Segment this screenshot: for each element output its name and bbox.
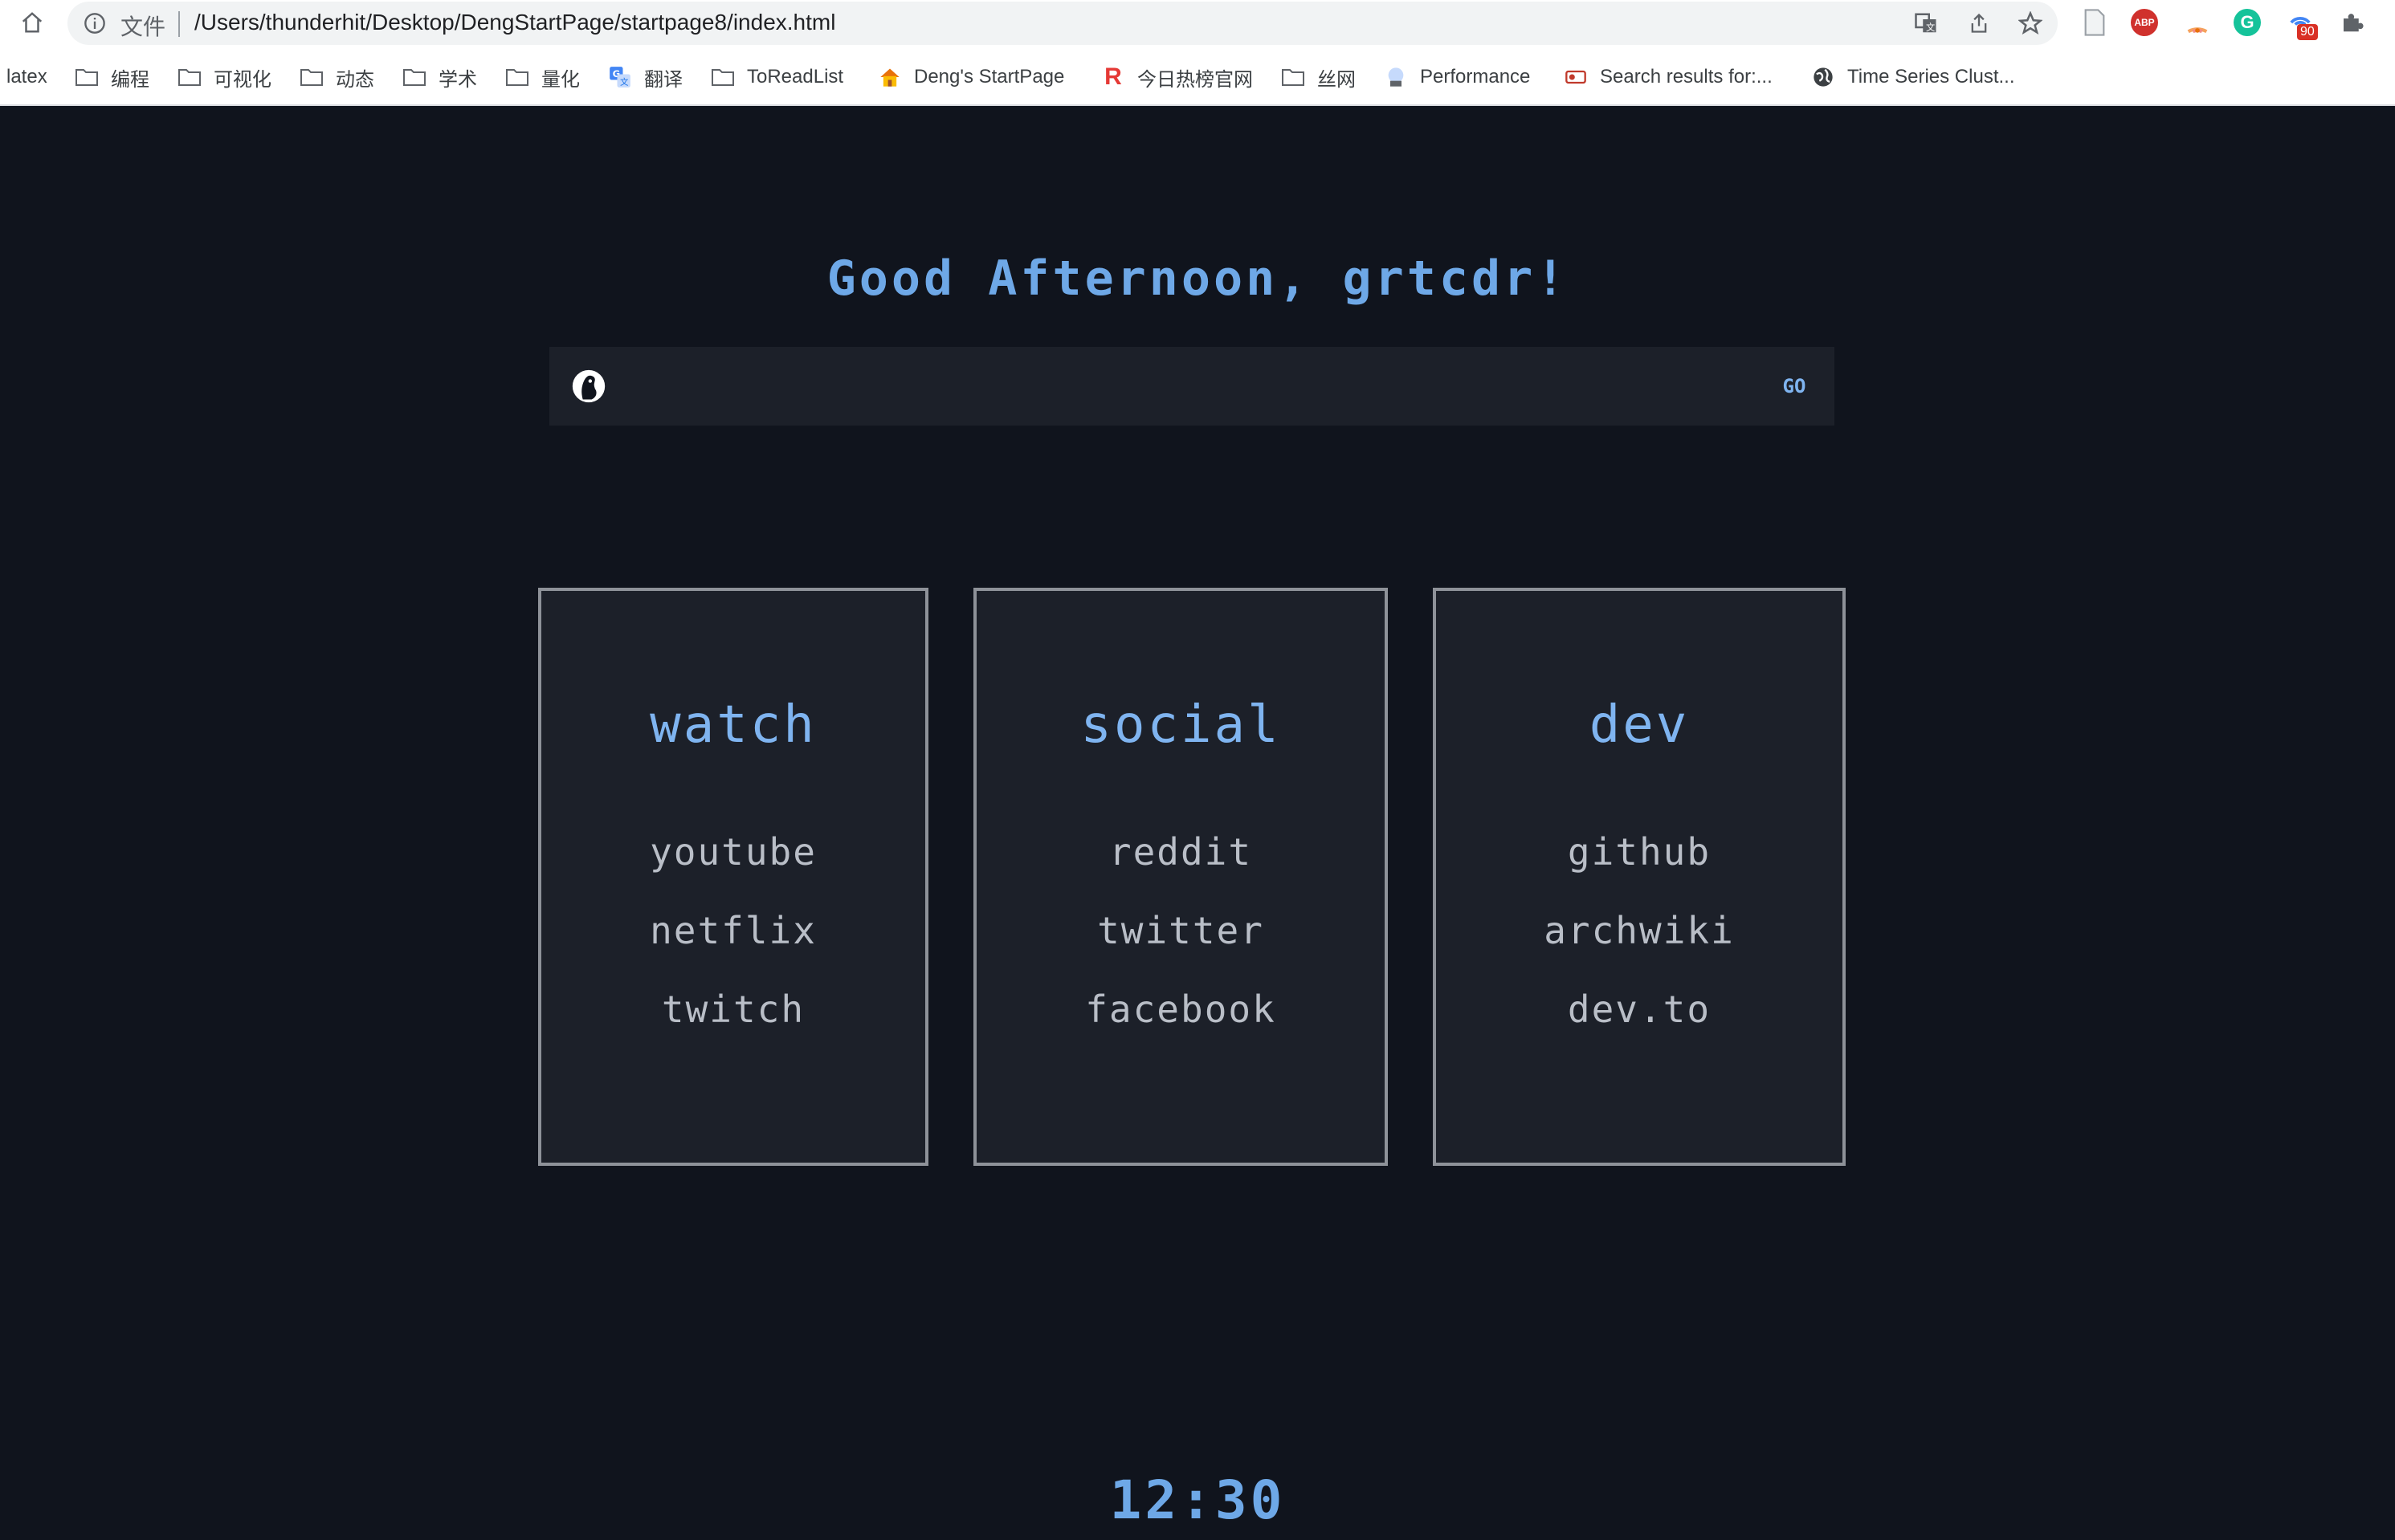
home-icon[interactable]: [16, 6, 48, 39]
bookmark-folder[interactable]: 编程: [74, 63, 149, 92]
bookmark-folder[interactable]: 可视化: [177, 63, 271, 92]
folder-icon: [1280, 66, 1306, 88]
translate-icon: G文: [607, 66, 633, 88]
card-title: dev: [1589, 695, 1690, 755]
bookmark-latex[interactable]: latex: [6, 63, 47, 92]
search-site-icon: [1563, 66, 1589, 88]
folder-icon: [504, 66, 530, 88]
folder-icon: [402, 66, 427, 88]
extension-badge: 90: [2297, 24, 2318, 40]
card-link[interactable]: github: [1436, 830, 1842, 874]
card-title: watch: [650, 695, 817, 755]
notification-extension-icon[interactable]: 90: [2286, 8, 2318, 40]
card-link[interactable]: dev.to: [1436, 988, 1842, 1031]
card-link[interactable]: facebook: [977, 988, 1385, 1031]
card-link[interactable]: youtube: [541, 830, 925, 874]
clock: 12:30: [1109, 1469, 1286, 1531]
reader-extension-icon[interactable]: [2080, 8, 2109, 37]
performance-icon: [1383, 66, 1409, 88]
folder-icon: [177, 66, 202, 88]
search-input[interactable]: [628, 347, 1740, 427]
link-card-watch: watch youtube netflix twitch: [538, 588, 928, 1166]
adblock-icon[interactable]: ABP: [2130, 8, 2159, 37]
duckduckgo-icon: [549, 347, 628, 426]
bookmark-translate[interactable]: G文 翻译: [607, 63, 683, 92]
link-card-social: social reddit twitter facebook: [973, 588, 1388, 1166]
svg-text:文: 文: [620, 76, 629, 87]
card-link[interactable]: archwiki: [1436, 909, 1842, 952]
url-text[interactable]: /Users/thunderhit/Desktop/DengStartPage/…: [194, 10, 835, 35]
bookmark-folder[interactable]: 丝网: [1280, 63, 1356, 92]
card-link[interactable]: netflix: [541, 909, 925, 952]
browser-chrome: 文件 /Users/thunderhit/Desktop/DengStartPa…: [0, 0, 2395, 106]
search-go-button[interactable]: GO: [1754, 347, 1834, 426]
card-link[interactable]: twitter: [977, 909, 1385, 952]
globe-icon: [1810, 66, 1836, 88]
bookmarks-bar: latex 编程 可视化 动态 学术 量化 G文 翻译 ToReadList D…: [0, 55, 2395, 100]
url-scheme-label: 文件: [120, 14, 166, 39]
puzzle-extensions-icon[interactable]: [2337, 8, 2366, 37]
card-title: social: [1080, 695, 1281, 755]
grammarly-icon[interactable]: G: [2233, 8, 2262, 37]
bookmark-folder[interactable]: 量化: [504, 63, 580, 92]
bookmark-hot-list[interactable]: R 今日热榜官网: [1100, 63, 1253, 92]
bookmark-folder[interactable]: ToReadList: [710, 63, 843, 92]
share-icon[interactable]: [1966, 10, 1992, 36]
translate-page-icon[interactable]: 文: [1913, 10, 1939, 36]
bookmark-folder[interactable]: 动态: [299, 63, 374, 92]
folder-icon: [710, 66, 736, 88]
bookmark-search-results[interactable]: Search results for:...: [1563, 63, 1773, 92]
r-logo-icon: R: [1100, 63, 1126, 90]
house-icon: [877, 66, 903, 88]
card-link[interactable]: reddit: [977, 830, 1385, 874]
bookmark-startpage[interactable]: Deng's StartPage: [877, 63, 1064, 92]
info-icon[interactable]: [84, 12, 106, 35]
url-divider: [178, 11, 180, 37]
bookmark-folder[interactable]: 学术: [402, 63, 477, 92]
address-bar[interactable]: 文件 /Users/thunderhit/Desktop/DengStartPa…: [67, 2, 2058, 45]
bookmark-performance[interactable]: Performance: [1383, 63, 1530, 92]
card-link[interactable]: twitch: [541, 988, 925, 1031]
link-card-dev: dev github archwiki dev.to: [1433, 588, 1846, 1166]
bookmark-time-series[interactable]: Time Series Clust...: [1810, 63, 2015, 92]
greeting-heading: Good Afternoon, grtcdr!: [826, 251, 1569, 307]
rss-extension-icon[interactable]: [2183, 8, 2212, 37]
folder-icon: [299, 66, 324, 88]
bookmark-star-icon[interactable]: [2018, 10, 2043, 36]
search-bar: GO: [549, 347, 1834, 427]
svg-text:文: 文: [1926, 22, 1935, 33]
folder-icon: [74, 66, 100, 88]
